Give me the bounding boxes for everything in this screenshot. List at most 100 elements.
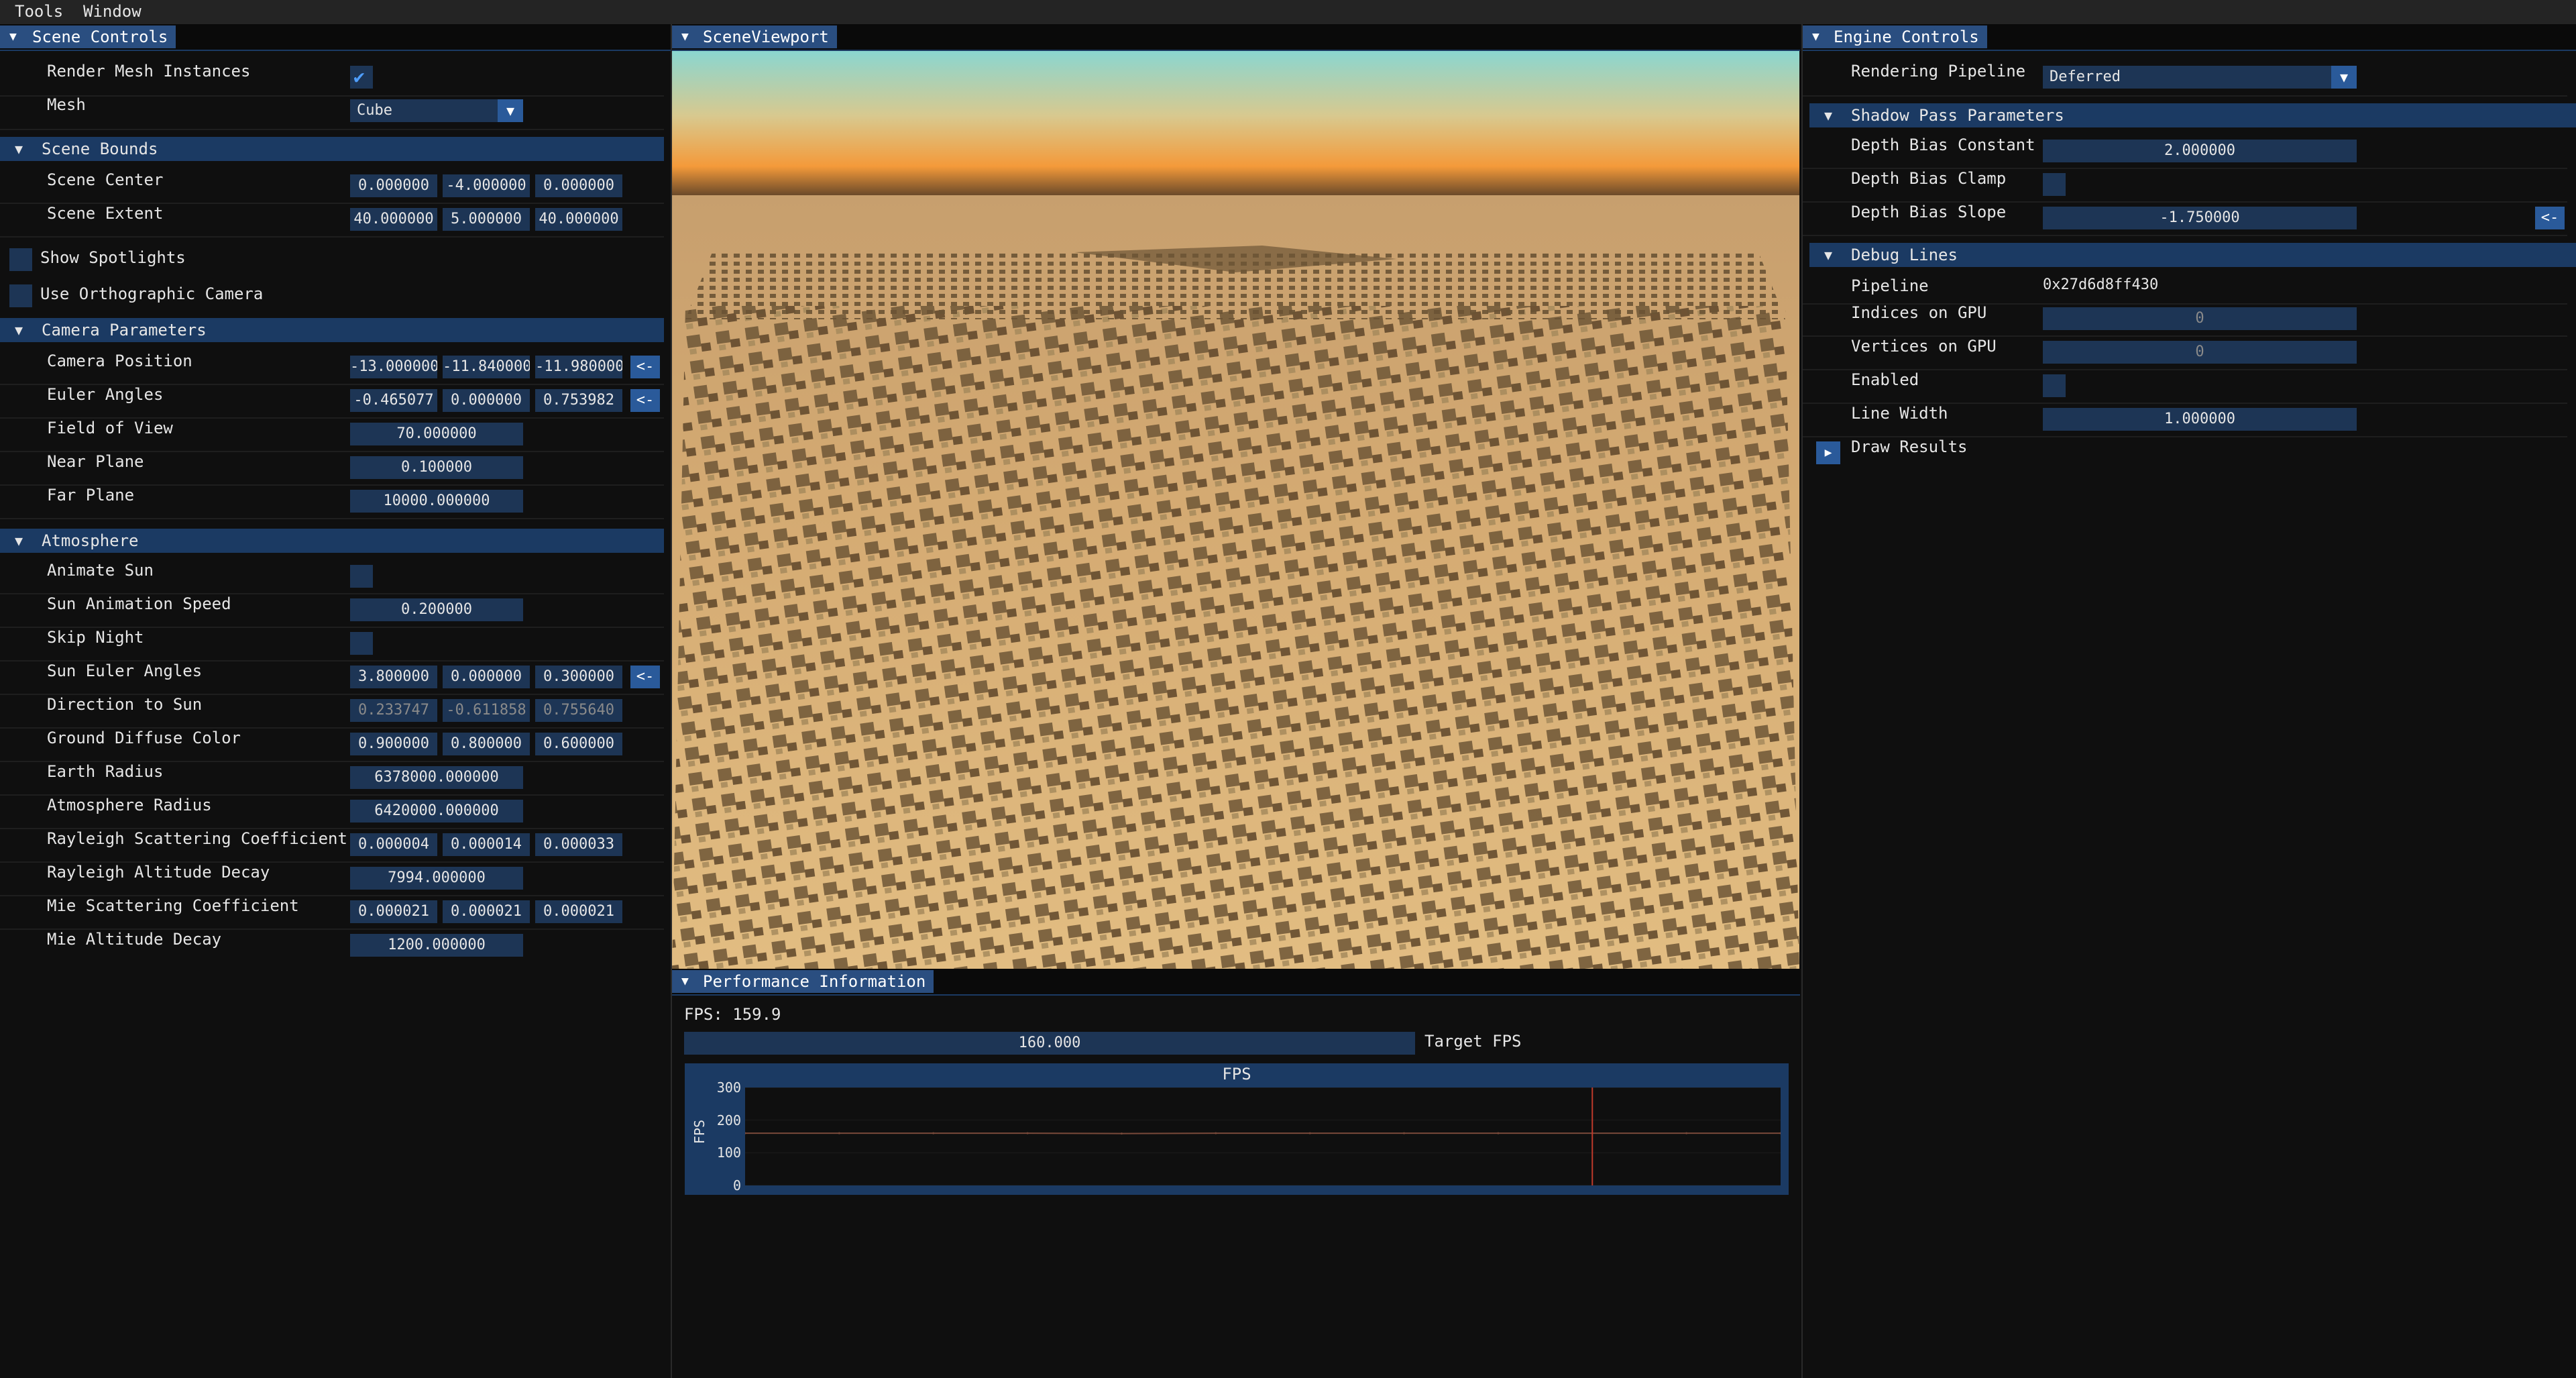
collapse-icon: ▼ [1824, 107, 1833, 123]
skip-night-checkbox[interactable] [350, 632, 373, 655]
sun-euler-y[interactable]: 0.000000 [443, 666, 530, 688]
menu-tools[interactable]: Tools [15, 0, 63, 23]
sky [672, 51, 1799, 195]
dir-to-sun-label: Direction to Sun [47, 695, 203, 714]
collapse-icon[interactable]: ▼ [681, 25, 689, 48]
rayleigh-coef-b[interactable]: 0.000033 [535, 833, 622, 856]
depth-bias-clamp-checkbox[interactable] [2043, 173, 2066, 196]
collapse-icon: ▼ [15, 533, 23, 549]
graph-title: FPS [1222, 1065, 1251, 1083]
euler-angles-y[interactable]: 0.000000 [443, 389, 530, 412]
scene-center-y[interactable]: -4.000000 [443, 174, 530, 197]
mie-decay-field[interactable]: 1200.000000 [350, 934, 523, 957]
enabled-checkbox[interactable] [2043, 374, 2066, 397]
scene-extent-label: Scene Extent [47, 204, 164, 223]
scene-extent-x[interactable]: 40.000000 [350, 208, 437, 231]
scene-center-z[interactable]: 0.000000 [535, 174, 622, 197]
earth-radius-field[interactable]: 6378000.000000 [350, 766, 523, 789]
sun-euler-x[interactable]: 3.800000 [350, 666, 437, 688]
menu-window[interactable]: Window [83, 0, 142, 23]
depth-bias-clamp-label: Depth Bias Clamp [1851, 169, 2007, 188]
header-label: Shadow Pass Parameters [1851, 106, 2064, 125]
ground-color-g[interactable]: 0.800000 [443, 733, 530, 755]
mie-coef-g[interactable]: 0.000021 [443, 900, 530, 923]
graph-plot-area[interactable] [744, 1087, 1782, 1186]
panel-titlebar: ▼ Performance Information [672, 969, 1800, 996]
fps-point [1120, 1132, 1123, 1135]
ground-color-b[interactable]: 0.600000 [535, 733, 622, 755]
rayleigh-decay-field[interactable]: 7994.000000 [350, 867, 523, 890]
animate-sun-checkbox[interactable] [350, 565, 373, 588]
fps-line-chart [744, 1087, 1782, 1186]
fov-field[interactable]: 70.000000 [350, 423, 523, 445]
mie-decay-label: Mie Altitude Decay [47, 930, 222, 949]
pipeline-value: 0x27d6d8ff430 [2043, 276, 2159, 293]
sun-speed-field[interactable]: 0.200000 [350, 598, 523, 621]
fps-point [932, 1132, 935, 1134]
shadow-pass-header[interactable]: ▼ Shadow Pass Parameters [1809, 103, 2576, 127]
header-label: Debug Lines [1851, 246, 1958, 264]
camera-position-x[interactable]: -13.000000 [350, 356, 437, 378]
camera-parameters-header[interactable]: ▼ Camera Parameters [0, 318, 664, 342]
mie-coef-b[interactable]: 0.000021 [535, 900, 622, 923]
expand-icon[interactable]: ▶ [1816, 441, 1840, 464]
collapse-icon[interactable]: ▼ [681, 970, 689, 993]
depth-bias-slope-label: Depth Bias Slope [1851, 203, 2007, 221]
depth-bias-constant-field[interactable]: 2.000000 [2043, 140, 2357, 162]
tab-performance[interactable]: ▼ Performance Information [672, 970, 934, 993]
sun-speed-label: Sun Animation Speed [47, 594, 231, 613]
target-fps-field[interactable]: 160.000 [684, 1032, 1415, 1055]
rayleigh-coef-r[interactable]: 0.000004 [350, 833, 437, 856]
line-width-field[interactable]: 1.000000 [2043, 408, 2357, 431]
depth-bias-slope-button[interactable]: <- [2535, 207, 2565, 229]
tab-label: Scene Controls [32, 28, 168, 46]
depth-bias-slope-field[interactable]: -1.750000 [2043, 207, 2357, 229]
tab-scene-viewport[interactable]: ▼ SceneViewport [672, 25, 837, 48]
scene-render-viewport[interactable] [672, 51, 1799, 969]
tab-scene-controls[interactable]: ▼ Scene Controls [0, 25, 176, 48]
atmosphere-header[interactable]: ▼ Atmosphere [0, 529, 664, 553]
euler-angles-x[interactable]: -0.465077 [350, 389, 437, 412]
collapse-icon[interactable]: ▼ [9, 25, 17, 48]
atm-radius-field[interactable]: 6420000.000000 [350, 800, 523, 823]
render-mesh-instances-label: Render Mesh Instances [47, 62, 251, 81]
far-plane-field[interactable]: 10000.000000 [350, 490, 523, 513]
fps-point [1685, 1132, 1688, 1134]
sun-euler-sync-button[interactable]: <- [630, 666, 660, 688]
mie-coef-r[interactable]: 0.000021 [350, 900, 437, 923]
tab-label: SceneViewport [703, 28, 829, 46]
collapse-icon[interactable]: ▼ [1812, 25, 1819, 48]
camera-position-y[interactable]: -11.840000 [443, 356, 530, 378]
camera-position-z[interactable]: -11.980000 [535, 356, 622, 378]
rendering-pipeline-value: Deferred [2050, 68, 2121, 85]
fps-point [1779, 1132, 1782, 1134]
header-label: Camera Parameters [42, 321, 207, 339]
use-ortho-checkbox[interactable] [9, 284, 32, 307]
euler-angles-sync-button[interactable]: <- [630, 389, 660, 412]
skip-night-label: Skip Night [47, 628, 144, 647]
scene-center-x[interactable]: 0.000000 [350, 174, 437, 197]
scene-bounds-header[interactable]: ▼ Scene Bounds [0, 137, 664, 161]
chevron-down-icon[interactable]: ▼ [498, 99, 523, 122]
fps-point [744, 1132, 746, 1134]
rendering-pipeline-combo[interactable]: Deferred ▼ [2043, 66, 2357, 89]
near-plane-field[interactable]: 0.100000 [350, 456, 523, 479]
scene-extent-z[interactable]: 40.000000 [535, 208, 622, 231]
divider [1803, 235, 2567, 236]
ground-color-r[interactable]: 0.900000 [350, 733, 437, 755]
mesh-combo[interactable]: Cube ▼ [350, 99, 523, 122]
debug-lines-header[interactable]: ▼ Debug Lines [1809, 243, 2576, 267]
indices-on-gpu-label: Indices on GPU [1851, 303, 1987, 322]
rayleigh-coef-g[interactable]: 0.000014 [443, 833, 530, 856]
tab-engine-controls[interactable]: ▼ Engine Controls [1803, 25, 1987, 48]
atm-radius-label: Atmosphere Radius [47, 796, 212, 814]
show-spotlights-checkbox[interactable] [9, 248, 32, 271]
camera-position-sync-button[interactable]: <- [630, 356, 660, 378]
chevron-down-icon[interactable]: ▼ [2331, 66, 2357, 89]
sun-euler-z[interactable]: 0.300000 [535, 666, 622, 688]
render-mesh-instances-checkbox[interactable]: ✔ [350, 66, 373, 89]
euler-angles-z[interactable]: 0.753982 [535, 389, 622, 412]
header-label: Atmosphere [42, 531, 139, 550]
draw-results-label[interactable]: Draw Results [1851, 437, 1967, 456]
scene-extent-y[interactable]: 5.000000 [443, 208, 530, 231]
